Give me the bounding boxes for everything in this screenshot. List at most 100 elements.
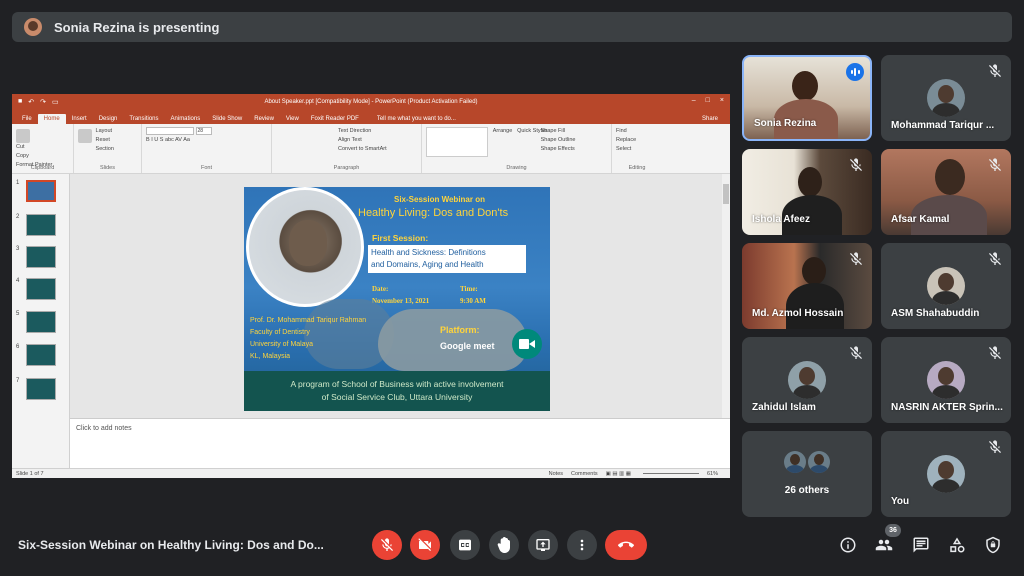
camera-toggle-button[interactable] [410, 530, 440, 560]
google-meet-icon [512, 329, 542, 359]
meeting-title: Six-Session Webinar on Healthy Living: D… [18, 538, 324, 552]
slide-footer: A program of School of Business with act… [244, 371, 550, 411]
mic-toggle-button[interactable] [372, 530, 402, 560]
participant-tile[interactable]: ASM Shahabuddin [881, 243, 1011, 329]
mic-off-icon [850, 158, 862, 171]
quick-styles-label: Quick Styles [517, 128, 548, 134]
notes-pane: Click to add notes [70, 418, 730, 468]
ribbon-tabs: File Home Insert Design Transitions Anim… [12, 110, 730, 124]
group-label: Drawing [506, 165, 527, 171]
raise-hand-button[interactable] [489, 530, 519, 560]
current-slide: Six-Session Webinar on Healthy Living: D… [244, 187, 550, 411]
participant-tile[interactable]: Ishola Afeez [742, 149, 872, 235]
group-slides: Layout Reset Section Slides [74, 124, 142, 173]
people-count-badge: 36 [885, 524, 901, 537]
slide-session: First Session: [372, 233, 429, 243]
people-icon[interactable] [875, 536, 893, 554]
slide-topic: Health and Sickness: Definitions and Dom… [368, 245, 526, 273]
tab-view: View [285, 116, 299, 122]
participant-video [935, 159, 965, 195]
align-text-label: Align Text [338, 137, 362, 143]
copy-label: Copy [16, 153, 29, 159]
mic-off-icon [989, 252, 1001, 265]
date-value: November 13, 2021 [372, 297, 430, 305]
meeting-details-icon[interactable] [839, 536, 857, 554]
mic-off-icon [989, 158, 1001, 171]
participant-name: Mohammad Tariqur ... [891, 120, 995, 131]
view-buttons: ▣ ▤ ▥ ▦ [605, 470, 631, 477]
captions-icon [459, 539, 471, 551]
shape-outline-label: Shape Outline [540, 137, 576, 143]
paste-icon [16, 129, 30, 143]
hang-up-icon [618, 541, 634, 548]
slide-thumbnail [26, 311, 56, 333]
text-direction-label: Text Direction [338, 128, 372, 134]
window-controls: – □ × [692, 97, 724, 104]
vertical-scrollbar [722, 174, 730, 418]
select-label: Select [616, 146, 632, 152]
more-options-button[interactable] [567, 530, 597, 560]
speaker-photo [246, 187, 364, 307]
shared-screen: ■ ↶ ↷ ▭ About Speaker.ppt [Compatibility… [12, 94, 730, 478]
chat-icon[interactable] [912, 536, 930, 554]
others-tile[interactable]: 26 others [742, 431, 872, 517]
tell-me-box: Tell me what you want to do... [376, 116, 456, 122]
ribbon: Cut Copy Format Painter Clipboard Layout… [12, 124, 730, 174]
participant-name: Afsar Kamal [891, 214, 950, 225]
tab-design: Design [98, 116, 118, 122]
group-label: Editing [628, 165, 646, 171]
slide-thumbnail [26, 246, 56, 268]
decor-cloud [378, 309, 528, 371]
participant-video [798, 167, 822, 197]
camera-off-icon [418, 538, 431, 551]
participant-tile[interactable]: Md. Azmol Hossain [742, 243, 872, 329]
group-label: Font [200, 165, 212, 171]
ppt-workspace: 1 2 3 4 5 6 7 Six-Session Webinar on Hea… [12, 174, 730, 468]
mic-off-icon [381, 538, 393, 551]
captions-button[interactable] [450, 530, 480, 560]
leave-call-button[interactable] [605, 530, 647, 560]
shape-effects-label: Shape Effects [540, 146, 575, 152]
shapes-gallery [426, 127, 488, 157]
activities-icon[interactable] [948, 536, 966, 554]
participant-name: NASRIN AKTER Sprin... [891, 402, 1003, 413]
zoom-slider [642, 473, 699, 474]
cut-label: Cut [16, 144, 25, 150]
participant-avatar [784, 451, 806, 473]
participant-name: Ishola Afeez [752, 214, 810, 225]
minimize-icon: – [691, 97, 696, 104]
topic-line: Health and Sickness: Definitions [371, 248, 486, 257]
participant-tile[interactable]: Sonia Rezina [742, 55, 872, 141]
slide-number: 3 [16, 246, 20, 252]
slide-counter: Slide 1 of 7 [16, 470, 44, 477]
participant-tile[interactable]: Afsar Kamal [881, 149, 1011, 235]
mic-off-icon [989, 64, 1001, 77]
replace-label: Replace [616, 137, 637, 143]
topic-line: and Domains, Aging and Health [371, 260, 484, 269]
slide-number: 1 [16, 180, 20, 186]
footer-line: A program of School of Business with act… [290, 379, 504, 389]
participant-tile[interactable]: Mohammad Tariqur ... [881, 55, 1011, 141]
date-label: Date: [372, 285, 389, 293]
ppt-statusbar: Slide 1 of 7 Notes Comments ▣ ▤ ▥ ▦ 61% [12, 468, 730, 478]
participant-video [802, 257, 826, 285]
slide-kicker: Six-Session Webinar on [394, 195, 485, 204]
slide-thumbnail [26, 278, 56, 300]
participant-tile[interactable]: Zahidul Islam [742, 337, 872, 423]
self-tile[interactable]: You [881, 431, 1011, 517]
more-vert-icon [580, 539, 584, 551]
slide-thumbnails: 1 2 3 4 5 6 7 [12, 174, 70, 468]
host-controls-icon[interactable] [984, 536, 1002, 554]
comments-toggle: Comments [571, 470, 598, 477]
zoom-level: 61% [706, 470, 718, 477]
arrange-label: Arrange [492, 128, 513, 134]
slide-number: 6 [16, 344, 20, 350]
maximize-icon: □ [705, 97, 710, 104]
slide-number: 7 [16, 378, 20, 384]
tab-animations: Animations [170, 116, 201, 122]
group-label: Slides [100, 165, 115, 171]
new-slide-icon [78, 129, 92, 143]
present-now-button[interactable] [528, 530, 558, 560]
participant-tile[interactable]: NASRIN AKTER Sprin... [881, 337, 1011, 423]
tab-foxit: Foxit Reader PDF [310, 116, 359, 122]
